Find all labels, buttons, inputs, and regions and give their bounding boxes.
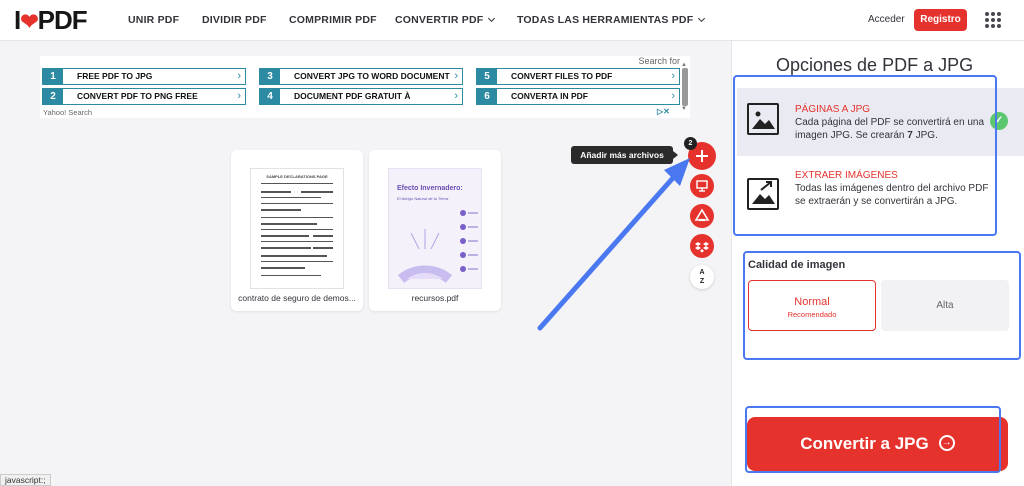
upload-from-google-drive-button[interactable] bbox=[690, 204, 714, 228]
ad-link-4[interactable]: 4 DOCUMENT PDF GRATUIT À › bbox=[259, 88, 463, 105]
nav-comprimir-pdf[interactable]: COMPRIMIR PDF bbox=[289, 14, 377, 26]
computer-icon bbox=[696, 180, 708, 192]
file-card-contrato[interactable]: SAMPLE DECLARATIONS PAGE contrato de seg… bbox=[231, 150, 363, 311]
nav-dividir-pdf[interactable]: DIVIDIR PDF bbox=[202, 14, 267, 26]
dropbox-icon bbox=[695, 242, 709, 253]
ad-banner: Search for bbox=[40, 56, 690, 118]
ilovepdf-logo[interactable]: I❤PDF bbox=[14, 5, 88, 35]
ad-link-5[interactable]: 5 CONVERT FILES TO PDF › bbox=[476, 68, 680, 85]
apps-grid-icon[interactable] bbox=[985, 12, 1001, 28]
file-thumbnail: SAMPLE DECLARATIONS PAGE bbox=[250, 168, 344, 289]
upload-from-computer-button[interactable] bbox=[690, 174, 714, 198]
nav-convertir-pdf[interactable]: CONVERTIR PDF bbox=[395, 14, 496, 26]
sort-az-icon: A bbox=[699, 269, 705, 276]
highlight-box-quality bbox=[743, 251, 1021, 360]
heart-icon: ❤ bbox=[20, 9, 38, 34]
chevron-right-icon: › bbox=[237, 90, 241, 102]
chevron-down-icon bbox=[488, 14, 496, 23]
ad-link-3[interactable]: 3 CONVERT JPG TO WORD DOCUMENT › bbox=[259, 68, 463, 85]
status-bar: javascript:; bbox=[0, 474, 51, 486]
ad-choices-icon[interactable]: ▷✕ bbox=[657, 107, 670, 116]
logo-text: PDF bbox=[37, 5, 88, 35]
file-name: contrato de seguro de demos... bbox=[238, 293, 356, 303]
ad-scroll-down-icon[interactable]: ▼ bbox=[681, 106, 687, 112]
upload-from-dropbox-button[interactable] bbox=[690, 234, 714, 258]
chevron-right-icon: › bbox=[454, 90, 458, 102]
sort-az-button[interactable]: AZ bbox=[690, 265, 714, 289]
nav-unir-pdf[interactable]: UNIR PDF bbox=[128, 14, 179, 26]
ad-link-2[interactable]: 2 CONVERT PDF TO PNG FREE › bbox=[42, 88, 246, 105]
top-header: I❤PDF UNIR PDF DIVIDIR PDF COMPRIMIR PDF… bbox=[0, 0, 1024, 41]
highlight-box-convert bbox=[745, 406, 1001, 473]
chevron-right-icon: › bbox=[454, 70, 458, 82]
highlight-box-options bbox=[733, 75, 997, 236]
file-name: recursos.pdf bbox=[411, 293, 459, 303]
nav-todas-herramientas[interactable]: TODAS LAS HERRAMIENTAS PDF bbox=[517, 14, 706, 26]
chevron-right-icon: › bbox=[237, 70, 241, 82]
ad-link-6[interactable]: 6 CONVERTA IN PDF › bbox=[476, 88, 680, 105]
login-link[interactable]: Acceder bbox=[868, 14, 905, 25]
greenhouse-illustration bbox=[397, 210, 478, 284]
register-button[interactable]: Registro bbox=[914, 9, 967, 31]
chevron-down-icon bbox=[698, 14, 706, 23]
ad-footer-label: Yahoo! Search bbox=[43, 108, 93, 117]
file-card-recursos[interactable]: Efecto Invernadero: El Abrigo Natural de… bbox=[369, 150, 501, 311]
add-files-tooltip: Añadir más archivos bbox=[571, 146, 678, 164]
ad-link-1[interactable]: 1 FREE PDF TO JPG › bbox=[42, 68, 246, 85]
file-thumbnail: Efecto Invernadero: El Abrigo Natural de… bbox=[388, 168, 482, 289]
chevron-right-icon: › bbox=[671, 70, 675, 82]
chevron-right-icon: › bbox=[671, 90, 675, 102]
sidebar-title: Opciones de PDF a JPG bbox=[776, 55, 974, 75]
thumb-heading: SAMPLE DECLARATIONS PAGE bbox=[266, 174, 328, 179]
ad-search-for-label: Search for bbox=[638, 56, 680, 66]
google-drive-icon bbox=[694, 208, 710, 222]
ad-scrollbar[interactable] bbox=[682, 68, 688, 106]
file-count-badge: 2 bbox=[684, 137, 697, 150]
